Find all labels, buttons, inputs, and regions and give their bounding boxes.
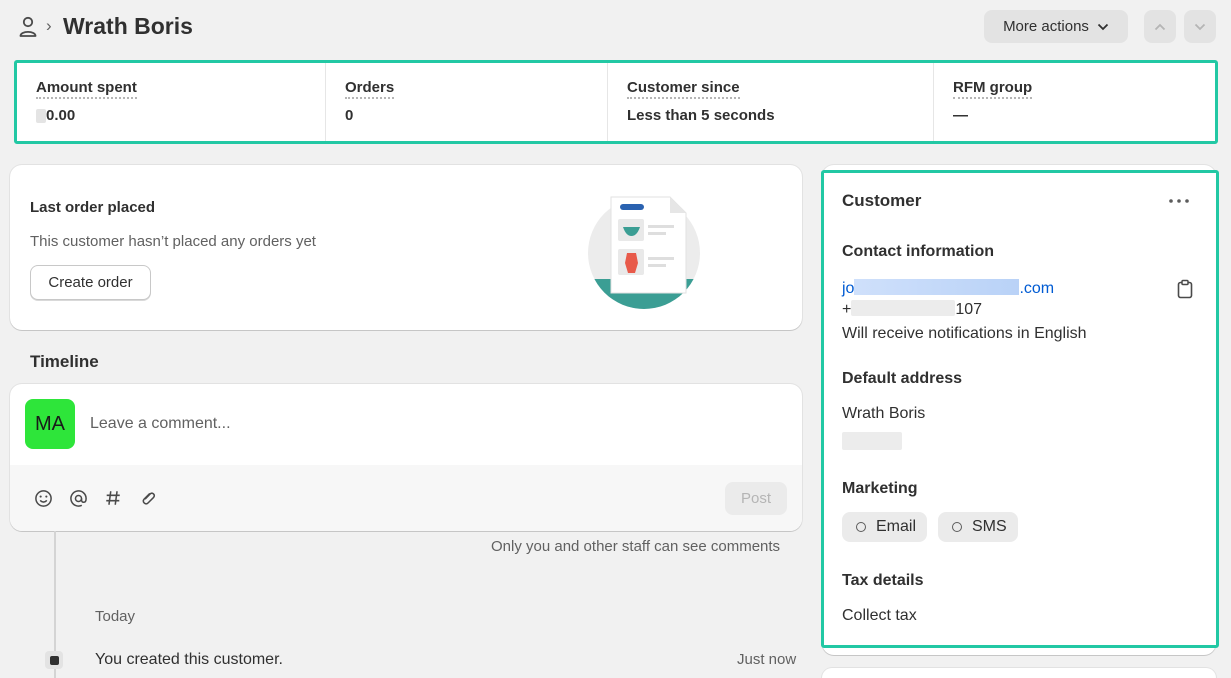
tax-value: Collect tax (842, 607, 917, 624)
timeline-event-marker (45, 651, 63, 669)
stat-value: Less than 5 seconds (627, 107, 775, 124)
timeline-title: Timeline (30, 352, 99, 371)
amount-value: 0.00 (46, 107, 76, 124)
more-actions-label: More actions (1003, 18, 1089, 35)
avatar: MA (25, 399, 75, 449)
stat-value: — (953, 107, 968, 124)
create-order-button[interactable]: Create order (30, 265, 151, 300)
email-start: jo (842, 280, 855, 297)
tax-details-heading: Tax details (842, 572, 924, 589)
stat-value: 0.00 (36, 107, 325, 124)
redacted-address (842, 432, 902, 450)
emoji-icon[interactable] (32, 487, 54, 509)
redacted-email (854, 279, 1020, 295)
stat-label: RFM group (953, 79, 1033, 99)
next-customer-button[interactable] (1184, 10, 1216, 43)
chevron-down-icon (1194, 23, 1206, 30)
marketing-sms-label: SMS (972, 518, 1007, 535)
customer-email-link[interactable]: jo .com (842, 279, 1054, 298)
timeline-event-time: Just now (737, 651, 797, 668)
last-order-text: This customer hasn’t placed any orders y… (30, 233, 316, 250)
stat-value: 0 (345, 107, 354, 124)
empty-orders-illustration (588, 196, 700, 309)
hashtag-icon[interactable] (102, 487, 124, 509)
stat-label: Amount spent (36, 79, 137, 99)
clipboard-icon[interactable] (1176, 279, 1194, 299)
timeline-event-text: You created this customer. (95, 651, 283, 668)
more-actions-button[interactable]: More actions (984, 10, 1128, 43)
redacted-phone (851, 300, 956, 316)
phone-end: 107 (955, 301, 983, 318)
more-options-icon[interactable] (1168, 192, 1192, 212)
stat-label: Customer since (627, 79, 740, 99)
status-circle-icon (952, 522, 962, 532)
notification-language: Will receive notifications in English (842, 325, 1087, 342)
last-order-title: Last order placed (30, 199, 156, 216)
next-card (822, 668, 1216, 678)
mention-icon[interactable] (67, 487, 89, 509)
comment-toolbar: Post (10, 465, 802, 531)
attachment-icon[interactable] (137, 487, 159, 509)
page-title: Wrath Boris (63, 13, 193, 39)
stat-orders[interactable]: Orders 0 (326, 63, 608, 141)
marketing-heading: Marketing (842, 480, 918, 497)
redacted-currency (36, 109, 46, 124)
comment-box: MA Post (10, 384, 802, 531)
customer-card-title: Customer (842, 191, 922, 210)
customer-phone: +107 (842, 300, 982, 319)
address-name: Wrath Boris (842, 405, 926, 422)
last-order-card: Last order placed This customer hasn’t p… (10, 165, 802, 330)
page-header: › Wrath Boris More actions (0, 0, 1231, 56)
customer-stats-bar: Amount spent 0.00 Orders 0 Customer sinc… (14, 60, 1218, 144)
timeline-date: Today (95, 608, 136, 625)
marketing-sms-badge: SMS (938, 512, 1018, 542)
previous-customer-button[interactable] (1144, 10, 1176, 43)
email-end: .com (1019, 280, 1055, 297)
person-icon[interactable] (18, 16, 38, 38)
phone-start: + (842, 301, 852, 318)
marketing-email-label: Email (876, 518, 917, 535)
stat-label: Orders (345, 79, 395, 99)
chevron-up-icon (1154, 23, 1166, 30)
post-button[interactable]: Post (725, 482, 787, 515)
stat-rfm-group[interactable]: RFM group — (934, 63, 1215, 141)
chevron-down-icon (1097, 23, 1109, 30)
contact-information-heading: Contact information (842, 243, 994, 260)
stat-customer-since[interactable]: Customer since Less than 5 seconds (608, 63, 934, 141)
marketing-email-badge: Email (842, 512, 928, 542)
stat-amount-spent[interactable]: Amount spent 0.00 (17, 63, 326, 141)
status-circle-icon (856, 522, 866, 532)
breadcrumb-separator: › (46, 16, 52, 35)
comment-visibility-note: Only you and other staff can see comment… (491, 538, 781, 555)
default-address-heading: Default address (842, 370, 963, 387)
comment-input[interactable] (90, 409, 690, 439)
